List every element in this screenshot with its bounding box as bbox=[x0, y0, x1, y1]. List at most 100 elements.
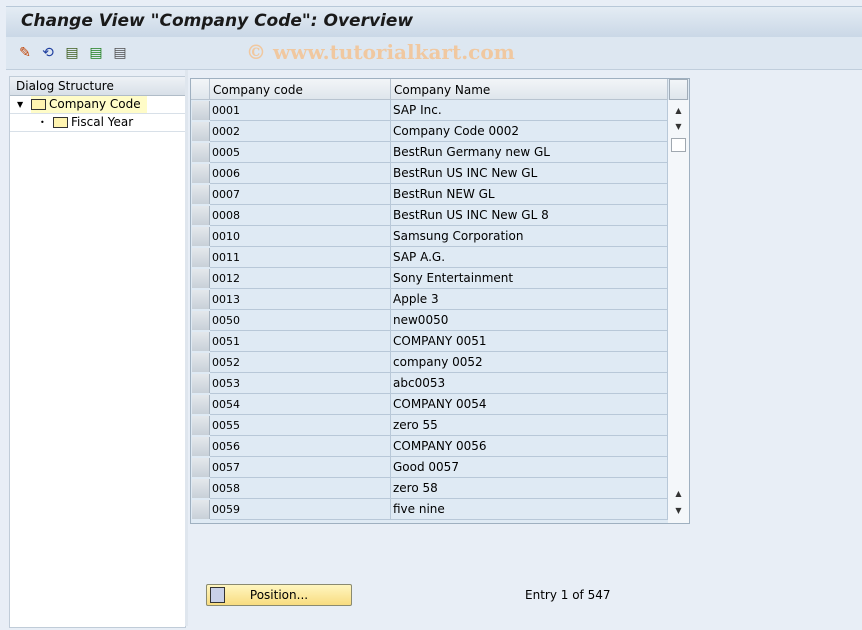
row-selector[interactable] bbox=[192, 143, 210, 162]
vertical-scrollbar[interactable]: ▲ ▼ ▲ ▼ bbox=[668, 100, 689, 523]
cell-company-name[interactable]: five nine bbox=[391, 499, 668, 520]
panel-splitter[interactable] bbox=[185, 70, 188, 626]
cell-company-code[interactable]: 0013 bbox=[210, 289, 391, 310]
cell-company-code[interactable]: 0054 bbox=[210, 394, 391, 415]
column-settings-button[interactable] bbox=[669, 79, 688, 100]
cell-company-code[interactable]: 0011 bbox=[210, 247, 391, 268]
row-selector[interactable] bbox=[192, 374, 210, 393]
undo-icon[interactable]: ⟲ bbox=[39, 44, 57, 62]
row-selector[interactable] bbox=[192, 290, 210, 309]
cell-company-code[interactable]: 0008 bbox=[210, 205, 391, 226]
cell-company-code[interactable]: 0056 bbox=[210, 436, 391, 457]
table-row[interactable]: 0055 zero 55 bbox=[191, 415, 668, 436]
column-header-company-code[interactable]: Company code bbox=[210, 79, 391, 100]
cell-company-name[interactable]: COMPANY 0051 bbox=[391, 331, 668, 352]
select-all-icon[interactable]: ▤ bbox=[63, 44, 81, 62]
cell-company-code[interactable]: 0002 bbox=[210, 121, 391, 142]
cell-company-name[interactable]: abc0053 bbox=[391, 373, 668, 394]
table-row[interactable]: 0058 zero 58 bbox=[191, 478, 668, 499]
table-row[interactable]: 0006 BestRun US INC New GL bbox=[191, 163, 668, 184]
row-selector[interactable] bbox=[192, 395, 210, 414]
table-row[interactable]: 0008 BestRun US INC New GL 8 bbox=[191, 205, 668, 226]
cell-company-code[interactable]: 0057 bbox=[210, 457, 391, 478]
tree-node-company-code[interactable]: ▼ Company Code bbox=[10, 96, 185, 114]
cell-company-code[interactable]: 0001 bbox=[210, 100, 391, 121]
cell-company-name[interactable]: BestRun Germany new GL bbox=[391, 142, 668, 163]
tree-node-fiscal-year[interactable]: • Fiscal Year bbox=[10, 114, 185, 132]
cell-company-code[interactable]: 0006 bbox=[210, 163, 391, 184]
cell-company-name[interactable]: Good 0057 bbox=[391, 457, 668, 478]
row-selector[interactable] bbox=[192, 437, 210, 456]
cell-company-name[interactable]: company 0052 bbox=[391, 352, 668, 373]
cell-company-name[interactable]: SAP A.G. bbox=[391, 247, 668, 268]
row-selector[interactable] bbox=[192, 101, 210, 120]
table-row[interactable]: 0054 COMPANY 0054 bbox=[191, 394, 668, 415]
row-selector[interactable] bbox=[192, 416, 210, 435]
row-selector[interactable] bbox=[192, 122, 210, 141]
expand-triangle-icon[interactable]: ▼ bbox=[17, 96, 23, 113]
scroll-up-icon[interactable]: ▲ bbox=[672, 104, 685, 118]
table-row[interactable]: 0011 SAP A.G. bbox=[191, 247, 668, 268]
table-row[interactable]: 0001 SAP Inc. bbox=[191, 100, 668, 121]
table-row[interactable]: 0005 BestRun Germany new GL bbox=[191, 142, 668, 163]
row-selector[interactable] bbox=[192, 353, 210, 372]
row-selector[interactable] bbox=[192, 332, 210, 351]
row-selector[interactable] bbox=[192, 164, 210, 183]
table-row[interactable]: 0010 Samsung Corporation bbox=[191, 226, 668, 247]
table-row[interactable]: 0002 Company Code 0002 bbox=[191, 121, 668, 142]
table-row[interactable]: 0059 five nine bbox=[191, 499, 668, 520]
cell-company-name[interactable]: zero 55 bbox=[391, 415, 668, 436]
table-row[interactable]: 0050 new0050 bbox=[191, 310, 668, 331]
cell-company-code[interactable]: 0007 bbox=[210, 184, 391, 205]
scroll-page-up-icon[interactable]: ▲ bbox=[672, 487, 685, 501]
scroll-page-down-icon[interactable]: ▼ bbox=[672, 504, 685, 518]
row-selector[interactable] bbox=[192, 206, 210, 225]
cell-company-code[interactable]: 0052 bbox=[210, 352, 391, 373]
cell-company-code[interactable]: 0010 bbox=[210, 226, 391, 247]
cell-company-name[interactable]: BestRun US INC New GL 8 bbox=[391, 205, 668, 226]
cell-company-name[interactable]: new0050 bbox=[391, 310, 668, 331]
cell-company-name[interactable]: Sony Entertainment bbox=[391, 268, 668, 289]
cell-company-name[interactable]: COMPANY 0056 bbox=[391, 436, 668, 457]
cell-company-code[interactable]: 0012 bbox=[210, 268, 391, 289]
table-row[interactable]: 0051 COMPANY 0051 bbox=[191, 331, 668, 352]
row-selector[interactable] bbox=[192, 458, 210, 477]
table-row[interactable]: 0053 abc0053 bbox=[191, 373, 668, 394]
row-selector[interactable] bbox=[192, 227, 210, 246]
select-block-icon[interactable]: ▤ bbox=[87, 44, 105, 62]
position-button[interactable]: Position... bbox=[206, 584, 352, 606]
cell-company-name[interactable]: Apple 3 bbox=[391, 289, 668, 310]
column-header-company-name[interactable]: Company Name bbox=[391, 79, 668, 100]
scroll-thumb[interactable] bbox=[671, 138, 686, 152]
cell-company-name[interactable]: BestRun NEW GL bbox=[391, 184, 668, 205]
cell-company-code[interactable]: 0055 bbox=[210, 415, 391, 436]
cell-company-code[interactable]: 0005 bbox=[210, 142, 391, 163]
cell-company-code[interactable]: 0050 bbox=[210, 310, 391, 331]
table-row[interactable]: 0012 Sony Entertainment bbox=[191, 268, 668, 289]
table-row[interactable]: 0056 COMPANY 0056 bbox=[191, 436, 668, 457]
deselect-all-icon[interactable]: ▤ bbox=[111, 44, 129, 62]
select-all-header[interactable] bbox=[191, 79, 210, 100]
cell-company-code[interactable]: 0051 bbox=[210, 331, 391, 352]
row-selector[interactable] bbox=[192, 185, 210, 204]
row-selector[interactable] bbox=[192, 311, 210, 330]
table-row[interactable]: 0007 BestRun NEW GL bbox=[191, 184, 668, 205]
cell-company-name[interactable]: SAP Inc. bbox=[391, 100, 668, 121]
cell-company-code[interactable]: 0059 bbox=[210, 499, 391, 520]
cell-company-name[interactable]: COMPANY 0054 bbox=[391, 394, 668, 415]
cell-company-name[interactable]: Samsung Corporation bbox=[391, 226, 668, 247]
cell-company-code[interactable]: 0053 bbox=[210, 373, 391, 394]
row-selector[interactable] bbox=[192, 479, 210, 498]
cell-company-name[interactable]: Company Code 0002 bbox=[391, 121, 668, 142]
row-selector[interactable] bbox=[192, 500, 210, 519]
cell-company-code[interactable]: 0058 bbox=[210, 478, 391, 499]
cell-company-name[interactable]: BestRun US INC New GL bbox=[391, 163, 668, 184]
table-row[interactable]: 0052 company 0052 bbox=[191, 352, 668, 373]
table-row[interactable]: 0057 Good 0057 bbox=[191, 457, 668, 478]
scroll-down-icon[interactable]: ▼ bbox=[672, 120, 685, 134]
table-row[interactable]: 0013 Apple 3 bbox=[191, 289, 668, 310]
row-selector[interactable] bbox=[192, 269, 210, 288]
display-change-icon[interactable]: ✎ bbox=[16, 44, 34, 62]
cell-company-name[interactable]: zero 58 bbox=[391, 478, 668, 499]
row-selector[interactable] bbox=[192, 248, 210, 267]
